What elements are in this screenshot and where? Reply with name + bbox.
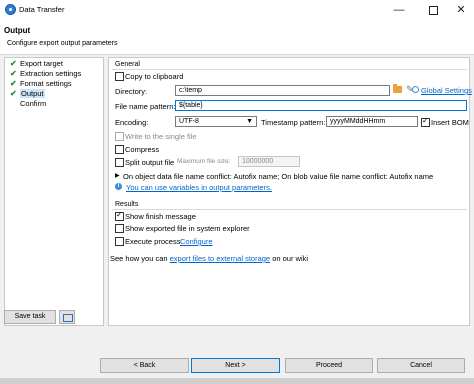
compress-label: Compress (125, 145, 160, 154)
check-icon: ✔ (10, 89, 17, 98)
copy-to-clipboard-checkbox[interactable] (115, 72, 124, 81)
show-exported-file-label: Show exported file in system explorer (125, 224, 250, 233)
directory-field[interactable]: c:\temp (175, 85, 390, 96)
insert-bom-checkbox[interactable] (421, 116, 430, 127)
page-title: Output (4, 26, 31, 35)
nav-item-export-target[interactable]: ✔ Export target (10, 59, 63, 69)
timestamp-pattern-field[interactable]: yyyyMMddHHmm (326, 116, 418, 127)
app-icon (5, 4, 16, 15)
nav-item-label: Export target (20, 59, 63, 68)
global-settings-link[interactable]: Global Settings (421, 86, 472, 95)
variables-help-link[interactable]: You can use variables in output paramete… (126, 183, 272, 192)
note-suffix: on our wiki (270, 254, 309, 263)
external-storage-note: See how you can export files to external… (110, 254, 308, 263)
execute-process-checkbox[interactable] (115, 237, 124, 246)
conflict-settings-text: On object data file name conflict: Autof… (123, 172, 434, 181)
compress-checkbox[interactable] (115, 145, 124, 154)
file-name-pattern-label: File name pattern: (115, 102, 176, 111)
window-title: Data Transfer (19, 5, 65, 14)
check-icon: ✔ (10, 69, 17, 78)
folder-icon[interactable] (393, 84, 402, 93)
file-name-pattern-field[interactable]: ${table} (175, 100, 467, 111)
results-group-label: Results (115, 201, 139, 208)
task-config-icon[interactable] (59, 310, 75, 324)
encoding-select[interactable]: UTF-8 ▼ (175, 116, 257, 127)
show-exported-file-checkbox[interactable] (115, 224, 124, 233)
timestamp-pattern-label: Timestamp pattern: (261, 118, 326, 127)
configure-link[interactable]: Configure (180, 237, 213, 246)
max-file-size-field[interactable]: 10000000 (238, 156, 300, 167)
nav-item-label: Format settings (20, 79, 72, 88)
globe-icon (412, 86, 419, 93)
maximize-icon[interactable] (418, 0, 448, 21)
execute-process-label: Execute process (125, 237, 181, 246)
encoding-label: Encoding: (115, 118, 149, 127)
show-finish-message-label: Show finish message (125, 212, 196, 221)
chevron-down-icon: ▼ (246, 118, 253, 125)
write-single-file-label: Write to the single file (125, 132, 197, 141)
check-icon: ✔ (10, 59, 17, 68)
max-file-size-label: Maximum file size: (177, 158, 231, 165)
nav-item-label: Output (20, 89, 45, 98)
insert-bom-label: Insert BOM (431, 118, 469, 127)
back-button[interactable]: < Back (100, 358, 189, 373)
taskbar-strip (0, 378, 474, 384)
minimize-icon[interactable]: — (384, 0, 414, 21)
note-prefix: See how you can (110, 254, 170, 263)
results-divider (112, 209, 467, 210)
encoding-value: UTF-8 (179, 118, 199, 125)
write-single-file-checkbox[interactable] (115, 132, 124, 141)
nav-item-output[interactable]: ✔ Output (10, 89, 45, 99)
info-icon: i (115, 183, 122, 190)
proceed-button[interactable]: Proceed (285, 358, 373, 373)
close-icon[interactable]: ✕ (446, 0, 474, 21)
nav-item-format-settings[interactable]: ✔ Format settings (10, 79, 72, 89)
general-group-label: General (115, 61, 140, 68)
show-finish-message-checkbox[interactable] (115, 210, 124, 221)
page-subtitle: Configure export output parameters (7, 40, 118, 47)
page-header (0, 21, 474, 55)
general-divider (112, 69, 467, 70)
nav-item-extraction-settings[interactable]: ✔ Extraction settings (10, 69, 81, 79)
copy-to-clipboard-label: Copy to clipboard (125, 72, 184, 81)
split-output-checkbox[interactable] (115, 158, 124, 167)
split-output-label: Split output file (125, 158, 175, 167)
directory-label: Directory: (115, 87, 148, 96)
expand-conflict-arrow[interactable]: ▶ (115, 172, 120, 179)
save-task-button[interactable]: Save task (4, 310, 56, 324)
cancel-button[interactable]: Cancel (377, 358, 465, 373)
nav-item-confirm[interactable]: Confirm (10, 99, 46, 109)
nav-item-label: Confirm (20, 99, 47, 108)
nav-item-label: Extraction settings (20, 69, 82, 78)
next-button[interactable]: Next > (191, 358, 280, 373)
check-icon: ✔ (10, 79, 17, 88)
external-storage-link[interactable]: export files to external storage (170, 254, 270, 263)
